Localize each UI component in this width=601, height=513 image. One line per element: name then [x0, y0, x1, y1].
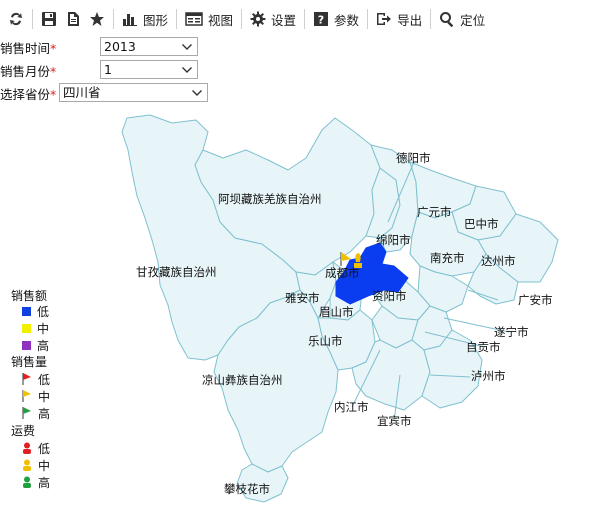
- legend-item[interactable]: 中: [22, 388, 50, 404]
- person-icon: [23, 459, 31, 471]
- legend-sales-amount-title: 销售额: [11, 289, 48, 303]
- legend-item[interactable]: 高: [22, 474, 50, 490]
- label-deyang: 德阳市: [396, 151, 431, 165]
- flag-icon: [22, 390, 31, 402]
- legend-freight-title: 运费: [11, 424, 36, 438]
- label-suining: 遂宁市: [494, 325, 529, 339]
- legend-item[interactable]: 中: [22, 320, 49, 336]
- legend-item[interactable]: 高: [22, 405, 50, 421]
- legend-item[interactable]: 中: [22, 457, 50, 473]
- label-bazhong: 巴中市: [464, 217, 499, 231]
- person-icon: [23, 476, 31, 488]
- legend-sales-volume-title: 销售量: [11, 355, 48, 369]
- label-ziyang: 资阳市: [372, 289, 407, 303]
- label-liangshan: 凉山彝族自治州: [202, 373, 283, 387]
- label-leshan: 乐山市: [308, 334, 343, 348]
- label-guangan: 广安市: [518, 293, 553, 307]
- label-luzhou: 泸州市: [471, 369, 506, 383]
- color-swatch: [22, 323, 31, 333]
- legend-item[interactable]: 低: [22, 440, 50, 456]
- label-chengdu: 成都市: [325, 266, 360, 280]
- label-guangyuan: 广元市: [417, 205, 452, 219]
- label-mianyang: 绵阳市: [376, 233, 411, 247]
- person-icon: [23, 442, 31, 454]
- legend-item[interactable]: 高: [22, 337, 49, 353]
- flag-icon: [22, 373, 31, 385]
- color-swatch: [22, 306, 31, 316]
- flag-icon: [22, 407, 31, 419]
- province-map: 德阳市 阿坝藏族羌族自治州 广元市 巴中市 绵阳市 甘孜藏族自治州 南充市 达州…: [121, 114, 559, 503]
- legend-item[interactable]: 低: [22, 371, 50, 387]
- label-neijiang: 内江市: [334, 400, 369, 414]
- label-aba: 阿坝藏族羌族自治州: [218, 192, 322, 206]
- label-meishan: 眉山市: [319, 305, 354, 319]
- label-dazhou: 达州市: [481, 254, 516, 268]
- label-nanchong: 南充市: [430, 251, 465, 265]
- label-panzhihua: 攀枝花市: [224, 482, 270, 496]
- label-yaan: 雅安市: [285, 291, 320, 305]
- legend-item[interactable]: 低: [22, 303, 49, 319]
- color-swatch: [22, 340, 31, 350]
- label-yibin: 宜宾市: [377, 414, 412, 428]
- label-zigong: 自贡市: [466, 340, 501, 354]
- label-ganzi: 甘孜藏族自治州: [136, 265, 217, 279]
